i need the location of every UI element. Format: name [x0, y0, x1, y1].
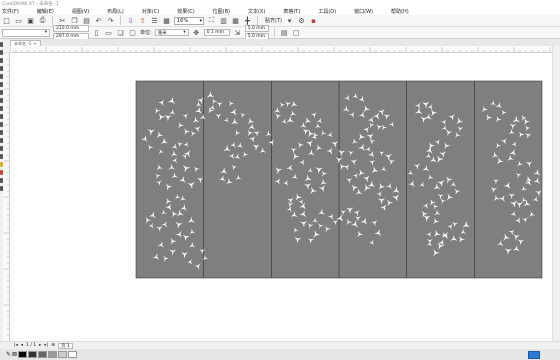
- menu-item[interactable]: 布局(L): [105, 8, 126, 15]
- vertical-ruler[interactable]: [3, 53, 10, 341]
- separator: [257, 16, 258, 25]
- no-color-icon[interactable]: ⊠: [12, 351, 17, 358]
- title-bar: CorelDRAW X7 - 未命名 -1: [0, 0, 560, 7]
- menu-item[interactable]: 帮助(H): [389, 8, 411, 15]
- page-counter: 1 / 1: [26, 343, 37, 348]
- paste-icon[interactable]: ▤: [82, 16, 91, 25]
- print-icon[interactable]: ⎙: [38, 16, 47, 25]
- page-preset-select[interactable]: ▾: [2, 28, 50, 37]
- landscape-icon[interactable]: ▭: [104, 28, 113, 37]
- menu-item[interactable]: 表格(T): [281, 8, 302, 15]
- menu-item[interactable]: 文本(X): [246, 8, 267, 15]
- redo-icon[interactable]: ↷: [106, 16, 115, 25]
- first-page-icon[interactable]: |◂: [14, 343, 18, 348]
- page-options-icon[interactable]: ▤: [280, 28, 289, 37]
- status-bar: ✎ ⊠: [0, 349, 560, 360]
- page-navigator: |◂ ◂ 1 / 1 ▸ ▸| ⊕ 页 1: [0, 341, 560, 349]
- app-launcher-icon[interactable]: ▪: [309, 16, 318, 25]
- swatch-black[interactable]: [18, 351, 28, 358]
- page-border-icon[interactable]: ▢: [292, 28, 301, 37]
- cut-icon[interactable]: ✂: [58, 16, 67, 25]
- swatch-white[interactable]: [68, 351, 78, 358]
- chevron-down-icon: ▾: [287, 16, 292, 25]
- fullscreen-icon[interactable]: ⛶: [207, 16, 216, 25]
- duplicate-distance: 5.0 mm 5.0 mm: [244, 25, 269, 40]
- separator: [52, 16, 53, 25]
- unit-select[interactable]: 毫米 ▾: [154, 29, 189, 36]
- swatch-dark-gray[interactable]: [28, 351, 38, 358]
- copy-icon[interactable]: ❐: [70, 16, 79, 25]
- portrait-icon[interactable]: ▯: [92, 28, 101, 37]
- separator: [273, 28, 275, 37]
- open-icon[interactable]: ▭: [14, 16, 23, 25]
- nudge-icon: ✥: [193, 28, 200, 37]
- menu-item[interactable]: 文件(F): [0, 8, 21, 15]
- menu-item[interactable]: 工具(O): [316, 8, 338, 15]
- artwork: [135, 80, 543, 279]
- swatch-gray[interactable]: [38, 351, 48, 358]
- publish-icon[interactable]: ☰: [150, 16, 159, 25]
- undo-icon[interactable]: ↶: [94, 16, 103, 25]
- property-bar: ▾ 210.0 mm 297.0 mm ▯ ▭ ❏ ▢ 单位: 毫米 ▾ ✥ 0…: [0, 25, 560, 40]
- menu-item[interactable]: 对象(C): [140, 8, 161, 15]
- rulers-icon[interactable]: ▥: [219, 16, 228, 25]
- current-page-icon[interactable]: ▢: [128, 28, 137, 37]
- zoom-select[interactable]: 16% ▾: [174, 16, 204, 25]
- unit-value: 毫米: [157, 30, 167, 36]
- import-icon[interactable]: ⇩: [126, 16, 135, 25]
- separator: [120, 16, 121, 25]
- swatch-light-gray[interactable]: [58, 351, 68, 358]
- chevron-down-icon: ▾: [183, 30, 186, 35]
- fill-indicator: [528, 350, 540, 359]
- prev-page-icon[interactable]: ◂: [21, 343, 23, 348]
- menu-item[interactable]: 窗口(W): [352, 8, 375, 15]
- drawing-canvas[interactable]: [10, 53, 552, 341]
- next-page-icon[interactable]: ▸: [39, 343, 41, 348]
- horizontal-ruler[interactable]: [10, 46, 552, 53]
- unit-label: 单位:: [140, 30, 152, 36]
- pen-icon: ✎: [6, 351, 12, 358]
- add-page-icon[interactable]: ⊕: [51, 343, 55, 348]
- all-pages-icon[interactable]: ❏: [116, 28, 125, 37]
- zoom-value: 16%: [177, 17, 189, 24]
- page-width-field[interactable]: 210.0 mm: [53, 25, 89, 32]
- chevron-down-icon: ▾: [44, 30, 47, 35]
- save-icon[interactable]: ▣: [26, 16, 35, 25]
- page-dimensions: 210.0 mm 297.0 mm: [53, 25, 89, 40]
- duplicate-distance-icon: ⇲: [234, 28, 241, 37]
- duplicate-x-field[interactable]: 5.0 mm: [244, 25, 269, 32]
- snap-dropdown[interactable]: 贴齐(T): [265, 17, 282, 24]
- guides-icon[interactable]: ╋: [243, 16, 252, 25]
- vertical-scrollbar[interactable]: [552, 46, 560, 341]
- menu-item[interactable]: 效果(C): [175, 8, 196, 15]
- swatch-mid-gray[interactable]: [48, 351, 58, 358]
- grid-icon[interactable]: ▦: [231, 16, 240, 25]
- window-title: CorelDRAW X7 - 未命名 -1: [2, 1, 59, 7]
- last-page-icon[interactable]: ▸|: [44, 343, 48, 348]
- pick-tool-icon[interactable]: [0, 42, 3, 47]
- chevron-down-icon: ▾: [199, 17, 202, 24]
- menu-item[interactable]: 编辑(E): [35, 8, 56, 15]
- menu-item[interactable]: 位图(B): [211, 8, 232, 15]
- new-icon[interactable]: □: [2, 16, 11, 25]
- options-icon[interactable]: ⚙: [297, 16, 306, 25]
- export-icon[interactable]: ⇧: [138, 16, 147, 25]
- document-tab-bar: 未命名 -1 +: [10, 39, 560, 46]
- menu-bar: 文件(F) 编辑(E) 视图(V) 布局(L) 对象(C) 效果(C) 位图(B) 文本(X)…: [0, 7, 560, 15]
- page-tab[interactable]: 页 1: [57, 342, 73, 349]
- menu-item[interactable]: 视图(V): [70, 8, 91, 15]
- launch-icon[interactable]: ▦: [162, 16, 171, 25]
- nudge-field[interactable]: 0.1 mm: [203, 29, 230, 36]
